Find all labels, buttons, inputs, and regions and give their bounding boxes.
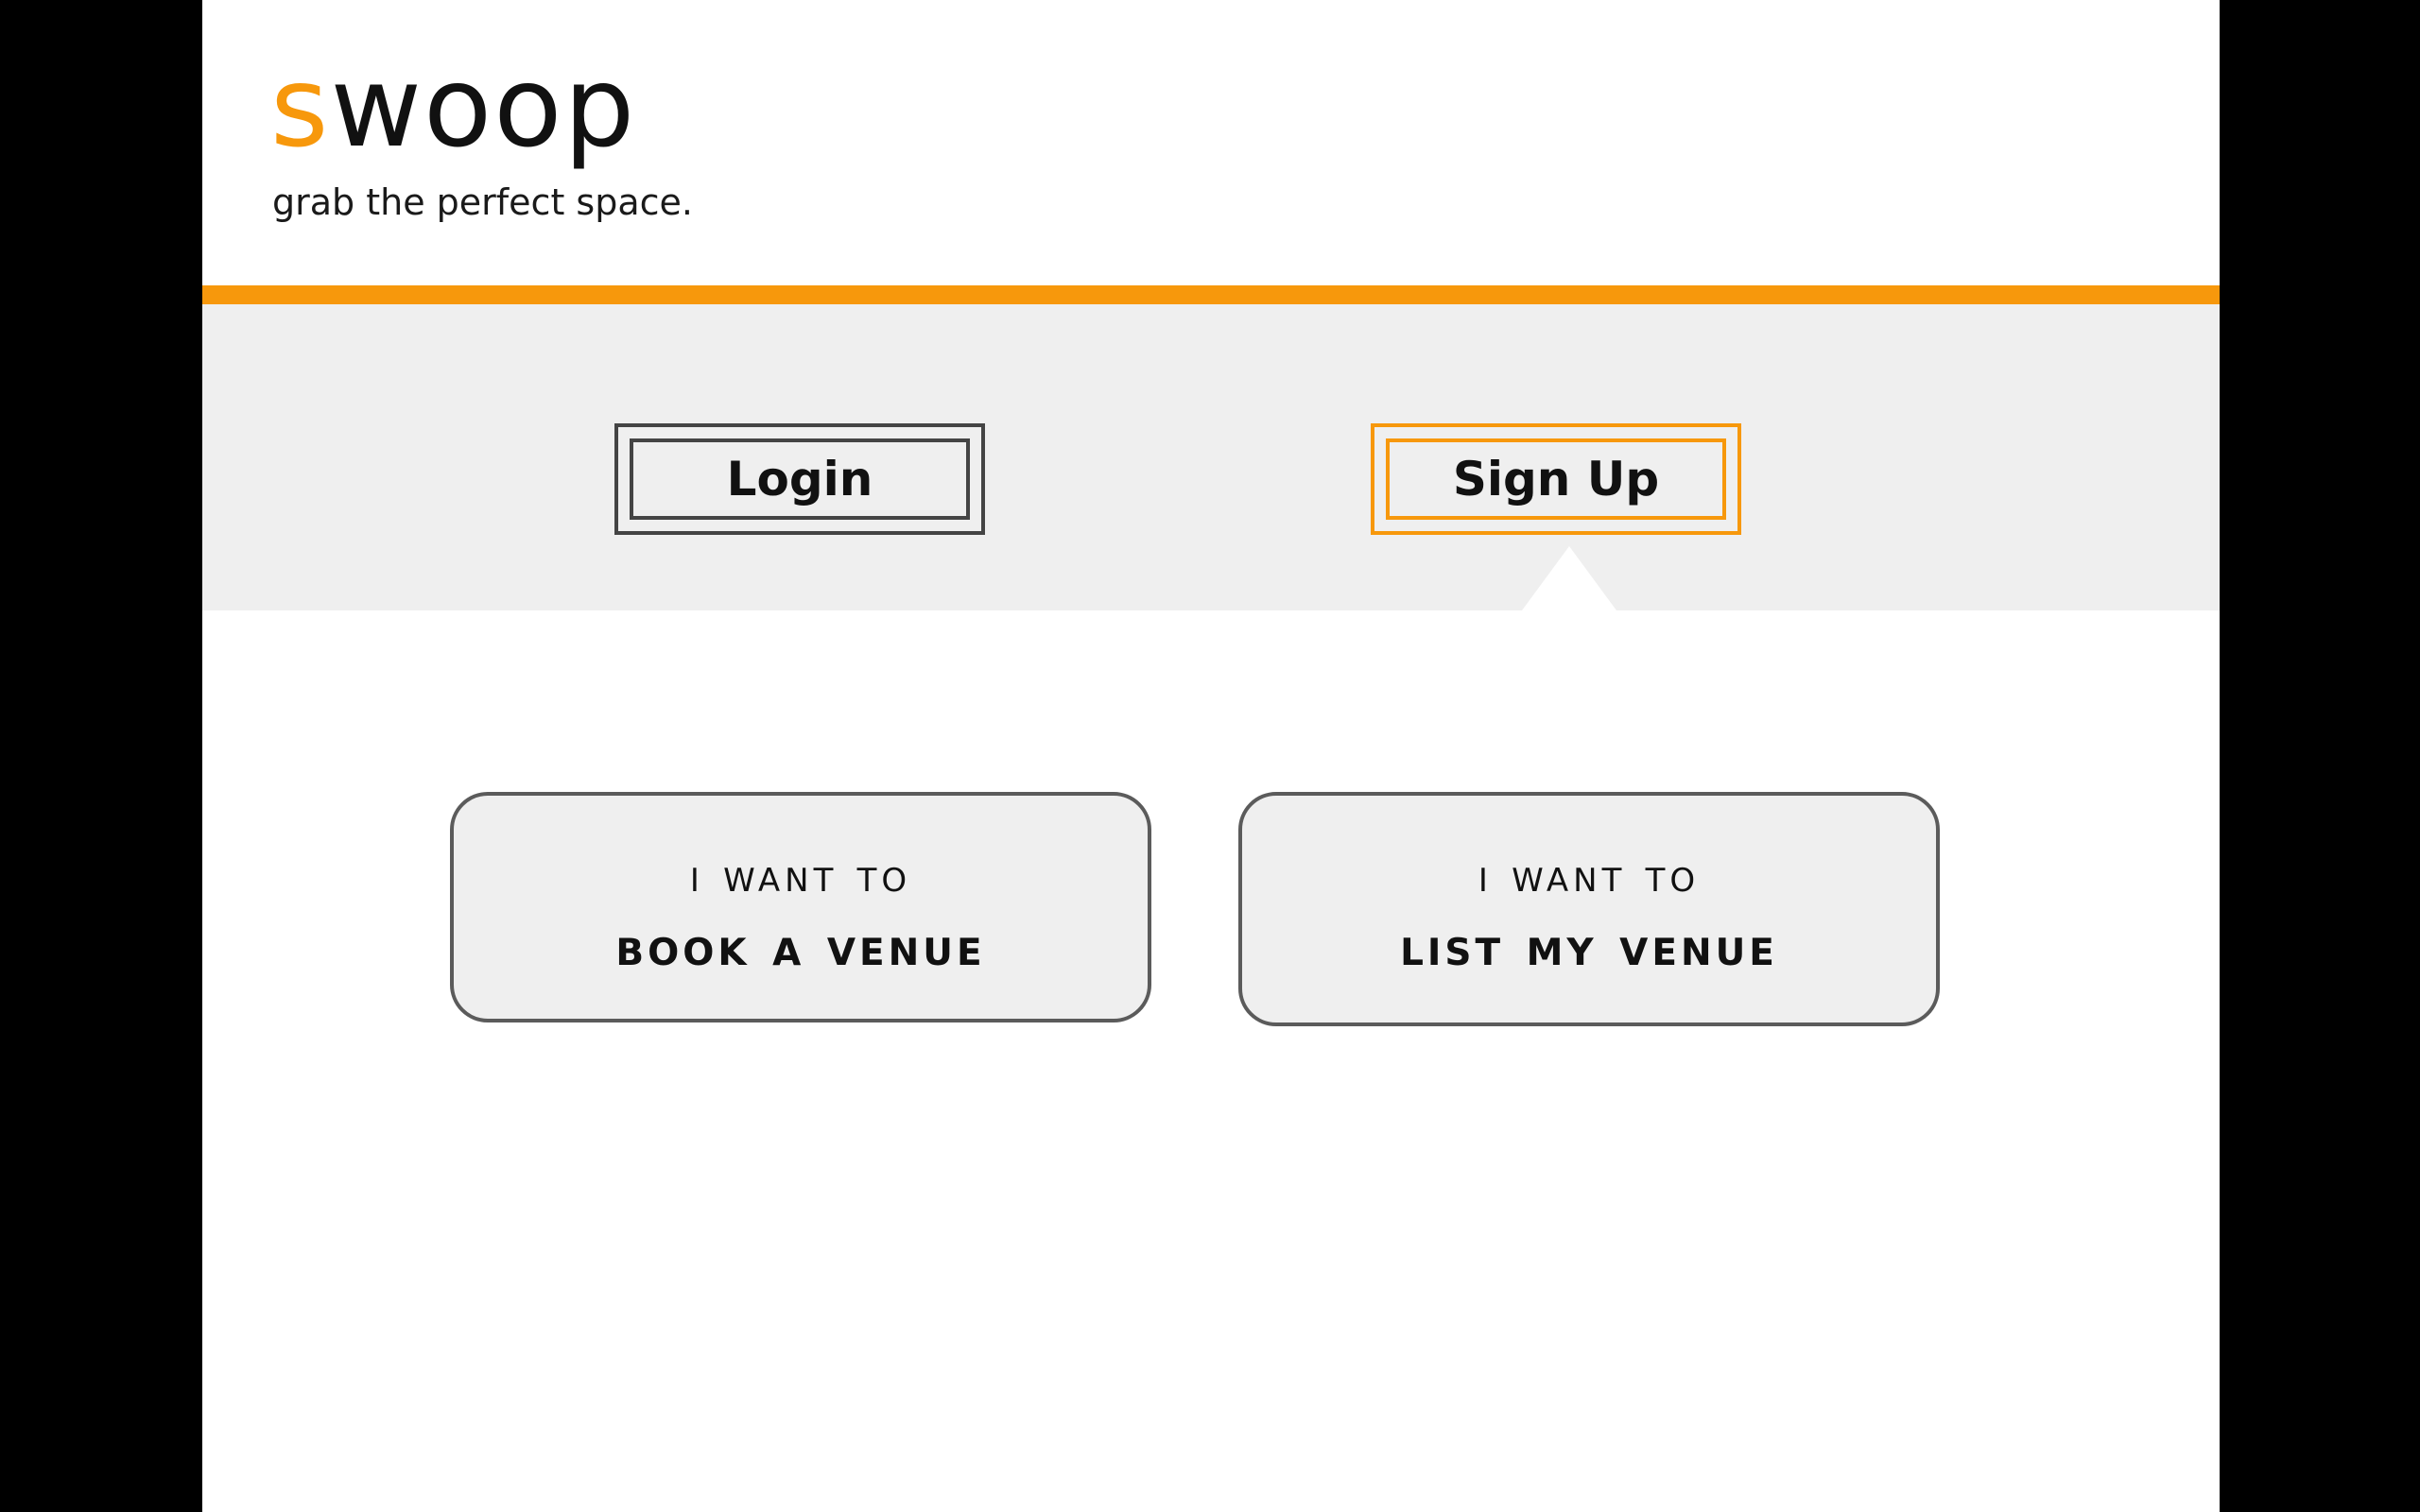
logo-accent-letter: s <box>270 42 331 172</box>
signup-button-label: Sign Up <box>1386 438 1726 520</box>
book-venue-intro: I want to <box>689 850 912 902</box>
book-venue-label: Book a venue <box>615 917 986 978</box>
tagline: grab the perfect space. <box>272 181 693 223</box>
login-button-label: Login <box>630 438 970 520</box>
selected-tab-pointer <box>1522 546 1616 610</box>
book-venue-card[interactable]: I want to Book a venue <box>450 792 1151 1022</box>
header: swoop grab the perfect space. <box>202 0 2220 285</box>
signup-button[interactable]: Sign Up <box>1371 423 1741 535</box>
list-venue-card[interactable]: I want to List my venue <box>1238 792 1940 1026</box>
list-venue-label: List my venue <box>1400 917 1778 978</box>
auth-band: Login Sign Up <box>202 304 2220 610</box>
page: swoop grab the perfect space. Login Sign… <box>202 0 2220 1512</box>
header-divider <box>202 285 2220 304</box>
login-button[interactable]: Login <box>614 423 985 535</box>
list-venue-intro: I want to <box>1478 850 1701 902</box>
logo-wordmark: woop <box>330 42 637 172</box>
logo[interactable]: swoop <box>270 45 636 168</box>
